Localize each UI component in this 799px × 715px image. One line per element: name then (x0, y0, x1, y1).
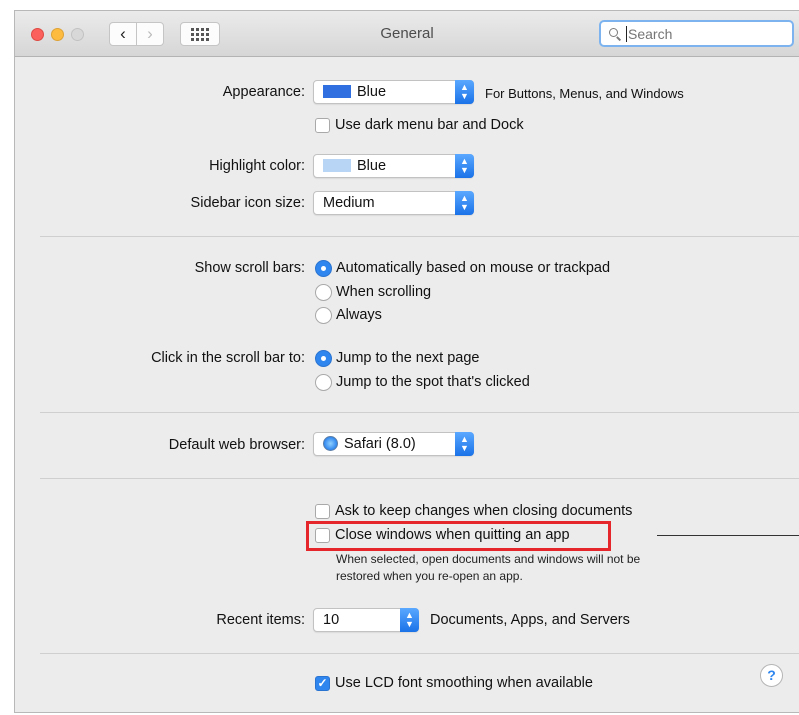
highlight-label: Highlight color: (209, 158, 305, 174)
preferences-window: ‹ › General Appearance: Blue ▲▼ For Butt… (14, 10, 799, 713)
scroll-bars-always-radio[interactable] (315, 307, 332, 324)
divider (40, 478, 799, 479)
appearance-popup[interactable]: Blue ▲ ▼ (313, 80, 474, 104)
lcd-smoothing-label: Use LCD font smoothing when available (335, 675, 593, 691)
recent-items-hint: Documents, Apps, and Servers (430, 612, 630, 628)
click-scroll-label: Click in the scroll bar to: (151, 350, 305, 366)
dark-menu-label: Use dark menu bar and Dock (335, 117, 524, 133)
popup-stepper-icon: ▲ ▼ (455, 432, 474, 456)
popup-stepper-icon: ▲ ▼ (455, 154, 474, 178)
browser-value-wrap: Safari (8.0) (323, 436, 416, 452)
click-scroll-spot-radio[interactable] (315, 374, 332, 391)
appearance-label: Appearance: (222, 84, 305, 100)
popup-stepper-icon: ▲ ▼ (455, 191, 474, 215)
help-button[interactable]: ? (760, 664, 783, 687)
appearance-value: Blue (357, 84, 387, 100)
appearance-swatch (323, 85, 351, 98)
sidebar-size-value: Medium (323, 195, 375, 211)
scroll-bars-auto-radio[interactable] (315, 260, 332, 277)
highlight-swatch (323, 159, 351, 172)
safari-icon (323, 436, 338, 451)
lcd-smoothing-checkbox[interactable]: ✓ (315, 676, 330, 691)
close-windows-note: When selected, open documents and window… (336, 551, 726, 585)
scroll-bars-scrolling-radio[interactable] (315, 284, 332, 301)
click-scroll-next-page-radio[interactable] (315, 350, 332, 367)
browser-label: Default web browser: (168, 437, 305, 453)
ask-keep-changes-label: Ask to keep changes when closing documen… (335, 503, 633, 519)
highlight-value: Blue (357, 158, 387, 174)
highlight-popup[interactable]: Blue ▲ ▼ (313, 154, 474, 178)
appearance-hint: For Buttons, Menus, and Windows (485, 86, 684, 101)
scroll-bars-scrolling-label: When scrolling (336, 284, 432, 300)
divider (40, 653, 799, 654)
search-icon (609, 27, 621, 40)
recent-items-popup[interactable]: 10 ▲ ▼ (313, 608, 419, 632)
sidebar-size-popup[interactable]: Medium ▲ ▼ (313, 191, 474, 215)
sidebar-size-label: Sidebar icon size: (190, 195, 305, 211)
title-bar: ‹ › General (15, 11, 799, 57)
highlight-box (306, 521, 611, 551)
appearance-value-wrap: Blue (323, 84, 386, 100)
popup-stepper-icon: ▲ ▼ (400, 608, 419, 632)
recent-items-value: 10 (323, 612, 340, 628)
search-input[interactable] (627, 25, 768, 42)
callout-line (657, 535, 799, 536)
divider (40, 412, 799, 413)
close-windows-note-line1: When selected, open documents and window… (336, 552, 641, 566)
dark-menu-checkbox[interactable] (315, 118, 330, 133)
popup-stepper-icon: ▲ ▼ (455, 80, 474, 104)
recent-items-label: Recent items: (216, 612, 305, 628)
browser-value: Safari (8.0) (344, 436, 416, 452)
question-mark-icon: ? (767, 667, 776, 683)
close-windows-note-line2: restored when you re-open an app. (336, 569, 523, 583)
scroll-bars-always-label: Always (336, 307, 382, 323)
highlight-value-wrap: Blue (323, 158, 386, 174)
ask-keep-changes-checkbox[interactable] (315, 504, 330, 519)
search-field[interactable] (599, 20, 794, 47)
browser-popup[interactable]: Safari (8.0) ▲ ▼ (313, 432, 474, 456)
click-scroll-spot-label: Jump to the spot that's clicked (336, 374, 530, 390)
click-scroll-next-page-label: Jump to the next page (336, 350, 480, 366)
divider (40, 236, 799, 237)
scroll-bars-label: Show scroll bars: (194, 260, 305, 276)
scroll-bars-auto-label: Automatically based on mouse or trackpad (336, 260, 611, 276)
